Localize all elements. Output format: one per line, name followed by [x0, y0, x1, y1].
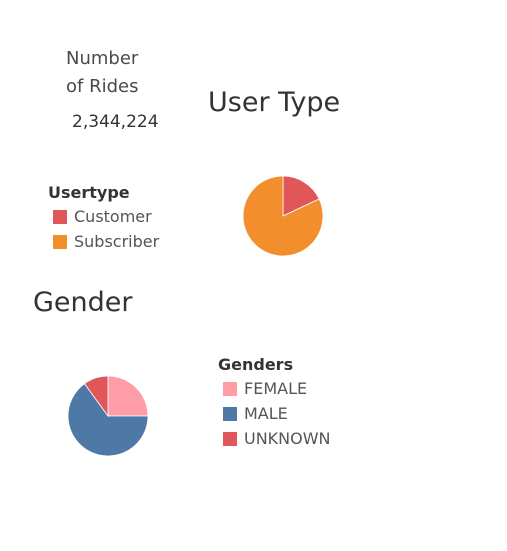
legend-label-female: FEMALE: [244, 379, 308, 398]
legend-label-subscriber: Subscriber: [74, 232, 160, 251]
kpi-label-line2: of Rides: [66, 76, 139, 97]
legend-item-male[interactable]: MALE: [218, 401, 331, 426]
legend-swatch-unknown: [223, 431, 237, 446]
chart-title-gender: Gender: [33, 287, 133, 318]
legend-item-customer[interactable]: Customer: [48, 204, 159, 229]
legend-item-subscriber[interactable]: Subscriber: [48, 229, 159, 254]
legend-label-customer: Customer: [74, 207, 152, 226]
legend-item-female[interactable]: FEMALE: [218, 376, 331, 401]
legend-swatch-subscriber: [53, 234, 67, 249]
pie-chart-gender: [67, 375, 149, 457]
legend-genders: Genders FEMALE MALE UNKNOWN: [218, 355, 331, 451]
legend-label-male: MALE: [244, 404, 288, 423]
kpi-label-line1: Number: [66, 48, 139, 69]
pie-chart-user-type: [242, 175, 324, 257]
legend-title-genders: Genders: [218, 355, 294, 374]
legend-label-unknown: UNKNOWN: [244, 429, 331, 448]
pie-slice-female[interactable]: [107, 375, 149, 417]
legend-swatch-male: [223, 406, 237, 421]
legend-swatch-female: [223, 381, 237, 396]
legend-title-usertype: Usertype: [48, 183, 130, 202]
chart-title-user-type: User Type: [208, 87, 341, 118]
legend-usertype: Usertype Customer Subscriber: [48, 183, 159, 254]
legend-swatch-customer: [53, 209, 67, 224]
kpi-label: Number of Rides: [66, 45, 138, 101]
legend-item-unknown[interactable]: UNKNOWN: [218, 426, 331, 451]
kpi-value-number-of-rides: 2,344,224: [72, 112, 159, 132]
